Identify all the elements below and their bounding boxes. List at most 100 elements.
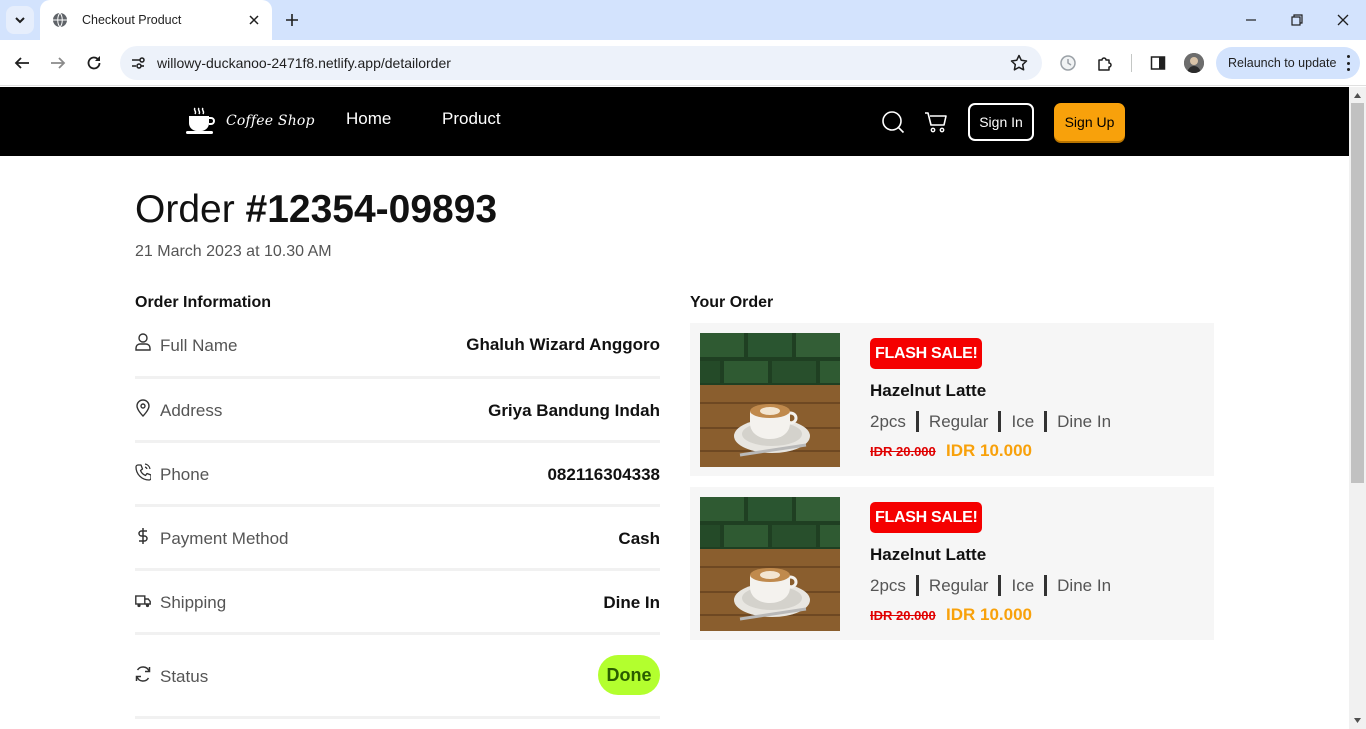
info-value: Ghaluh Wizard Anggoro bbox=[466, 335, 660, 354]
chevron-down-icon bbox=[15, 17, 25, 24]
location-pin-icon bbox=[136, 399, 150, 417]
extension-timer-icon[interactable] bbox=[1057, 52, 1079, 74]
order-information-heading: Order Information bbox=[135, 294, 272, 311]
your-order-heading: Your Order bbox=[690, 294, 774, 311]
product-temp: Ice bbox=[1011, 411, 1035, 431]
page-viewport: Coffee Shop Home Product Sign In Sign Up… bbox=[0, 87, 1349, 729]
product-mode: Dine In bbox=[1057, 575, 1112, 595]
spec-divider bbox=[998, 411, 1002, 432]
info-label: Shipping bbox=[160, 593, 227, 612]
product-temp: Ice bbox=[1011, 575, 1035, 595]
product-size: Regular bbox=[928, 411, 989, 431]
scrollbar-thumb[interactable] bbox=[1351, 103, 1364, 483]
sign-in-button[interactable]: Sign In bbox=[968, 103, 1034, 141]
url-text[interactable]: willowy-duckanoo-2471f8.netlify.app/deta… bbox=[157, 55, 1008, 71]
toolbar-divider bbox=[1131, 54, 1132, 72]
phone-icon bbox=[135, 463, 151, 481]
order-title-prefix: Order bbox=[135, 188, 235, 231]
order-date: 21 March 2023 at 10.30 AM bbox=[135, 243, 332, 260]
minimize-icon bbox=[1246, 19, 1256, 21]
browser-tab-strip: Checkout Product bbox=[0, 0, 1366, 40]
info-row-full-name: Full Name Ghaluh Wizard Anggoro bbox=[135, 324, 660, 379]
info-row-phone: Phone 082116304338 bbox=[135, 443, 660, 507]
address-bar[interactable]: willowy-duckanoo-2471f8.netlify.app/deta… bbox=[120, 46, 1042, 80]
refresh-icon bbox=[135, 666, 151, 682]
product-specs: 2pcs Regular Ice Dine In bbox=[870, 575, 1111, 596]
product-name: Hazelnut Latte bbox=[870, 381, 987, 400]
order-item-card[interactable]: FLASH SALE! Hazelnut Latte 2pcs Regular … bbox=[690, 487, 1214, 640]
site-navbar: Coffee Shop Home Product Sign In Sign Up bbox=[0, 87, 1349, 156]
info-value: Cash bbox=[618, 529, 660, 548]
restore-button[interactable] bbox=[1287, 10, 1307, 30]
extensions-puzzle-icon[interactable] bbox=[1094, 52, 1116, 74]
product-image bbox=[700, 333, 840, 467]
info-label: Address bbox=[160, 401, 223, 420]
dollar-icon bbox=[138, 528, 148, 544]
arrow-left-icon bbox=[14, 57, 29, 69]
info-row-payment-method: Payment Method Cash bbox=[135, 507, 660, 571]
info-row-address: Address Griya Bandung Indah bbox=[135, 379, 660, 443]
spec-divider bbox=[915, 411, 919, 432]
product-qty: 2pcs bbox=[870, 411, 906, 431]
nav-home-link[interactable]: Home bbox=[346, 109, 391, 129]
globe-icon bbox=[52, 12, 68, 28]
cart-icon[interactable] bbox=[924, 110, 948, 134]
relaunch-label: Relaunch to update bbox=[1228, 56, 1337, 70]
spec-divider bbox=[1044, 575, 1048, 596]
tab-title: Checkout Product bbox=[82, 13, 182, 27]
logo-text: Coffee Shop bbox=[226, 113, 315, 129]
close-tab-icon[interactable] bbox=[246, 12, 262, 28]
status-badge: Done bbox=[598, 655, 660, 695]
user-icon bbox=[135, 333, 151, 351]
spec-divider bbox=[998, 575, 1002, 596]
minimize-button[interactable] bbox=[1241, 10, 1261, 30]
brand-logo[interactable]: Coffee Shop bbox=[186, 107, 315, 135]
relaunch-update-button[interactable]: Relaunch to update bbox=[1216, 47, 1360, 79]
page-title: Order #12354-09893 bbox=[135, 188, 497, 232]
bookmark-star-icon[interactable] bbox=[1008, 52, 1030, 74]
sign-up-button[interactable]: Sign Up bbox=[1054, 103, 1125, 141]
order-number: #12354-09893 bbox=[245, 188, 498, 231]
scroll-up-arrow-icon[interactable] bbox=[1353, 91, 1362, 100]
flash-sale-badge: FLASH SALE! bbox=[870, 338, 983, 369]
info-value: 082116304338 bbox=[547, 465, 660, 484]
more-vert-icon[interactable] bbox=[1346, 55, 1350, 71]
truck-icon bbox=[135, 595, 151, 608]
sale-price: IDR 10.000 bbox=[946, 441, 1032, 460]
scroll-down-arrow-icon[interactable] bbox=[1353, 716, 1362, 725]
product-mode: Dine In bbox=[1057, 411, 1112, 431]
reload-button[interactable] bbox=[82, 51, 106, 75]
page-scrollbar[interactable] bbox=[1349, 87, 1366, 729]
original-price: IDR 20.000 bbox=[870, 608, 936, 623]
browser-tab[interactable]: Checkout Product bbox=[40, 0, 272, 40]
flash-sale-badge: FLASH SALE! bbox=[870, 502, 983, 533]
plus-icon bbox=[286, 14, 298, 26]
coffee-cup-icon bbox=[186, 107, 215, 134]
sale-price: IDR 10.000 bbox=[946, 605, 1032, 624]
info-label: Phone bbox=[160, 465, 210, 484]
reload-icon bbox=[87, 56, 101, 70]
product-qty: 2pcs bbox=[870, 575, 906, 595]
product-specs: 2pcs Regular Ice Dine In bbox=[870, 411, 1111, 432]
product-name: Hazelnut Latte bbox=[870, 545, 987, 564]
info-row-status: Status Done bbox=[135, 635, 660, 719]
spec-divider bbox=[1044, 411, 1048, 432]
forward-button[interactable] bbox=[46, 51, 70, 75]
back-button[interactable] bbox=[10, 51, 34, 75]
site-info-icon[interactable] bbox=[128, 53, 148, 73]
profile-avatar[interactable] bbox=[1184, 53, 1204, 73]
browser-toolbar: willowy-duckanoo-2471f8.netlify.app/deta… bbox=[0, 40, 1366, 86]
product-size: Regular bbox=[928, 575, 989, 595]
order-item-card[interactable]: FLASH SALE! Hazelnut Latte 2pcs Regular … bbox=[690, 323, 1214, 476]
new-tab-button[interactable] bbox=[282, 10, 302, 30]
info-label: Payment Method bbox=[160, 529, 289, 548]
nav-product-link[interactable]: Product bbox=[442, 109, 501, 129]
info-value: Griya Bandung Indah bbox=[488, 401, 660, 420]
info-label: Status bbox=[160, 667, 209, 686]
original-price: IDR 20.000 bbox=[870, 444, 936, 459]
close-icon bbox=[1337, 14, 1349, 26]
tab-search-button[interactable] bbox=[6, 6, 34, 34]
close-window-button[interactable] bbox=[1333, 10, 1353, 30]
side-panel-icon[interactable] bbox=[1147, 52, 1169, 74]
search-icon[interactable] bbox=[881, 110, 905, 134]
